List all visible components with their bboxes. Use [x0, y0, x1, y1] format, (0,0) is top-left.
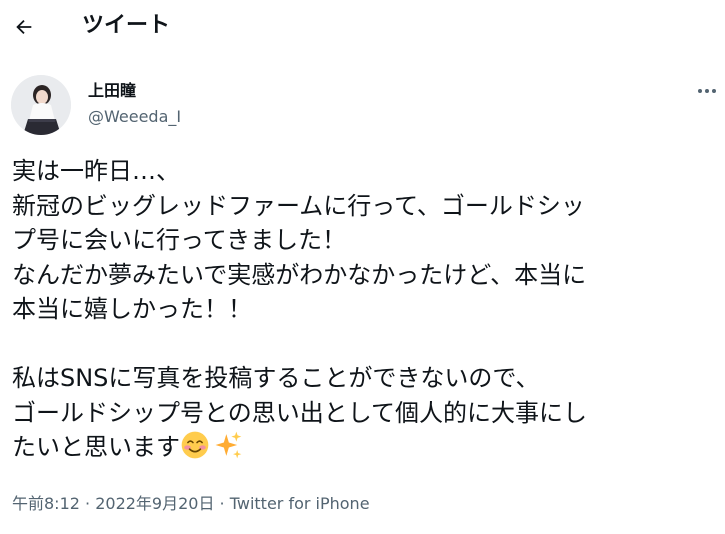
tweet-line: 本当に嬉しかった！！ [12, 295, 252, 323]
tweet-time[interactable]: 午前8:12 [12, 494, 80, 513]
back-button[interactable] [6, 9, 42, 45]
meta-separator: · [79, 494, 96, 513]
tweet-line: 実は一昨日…、 [12, 157, 180, 185]
smiling-face-icon [181, 431, 209, 459]
tweet-line: なんだか夢みたいで実感がわかなかったけど、本当に [12, 260, 587, 289]
meta-separator: · [214, 494, 230, 513]
author-display-name[interactable]: 上田瞳 [88, 80, 136, 102]
more-horizontal-icon [698, 89, 716, 93]
tweet-date[interactable]: 2022年9月20日 [95, 494, 214, 513]
tweet-source[interactable]: Twitter for iPhone [230, 494, 370, 513]
more-options-button[interactable] [692, 80, 722, 102]
arrow-left-icon [16, 19, 32, 35]
tweet-line: 新冠のビッグレッドファームに行って、ゴールドシッ [12, 191, 585, 220]
author-handle[interactable]: @Weeeda_I [88, 106, 181, 128]
avatar-image [11, 75, 71, 135]
avatar[interactable] [11, 75, 71, 135]
tweet-line: ゴールドシップ号との思い出として個人的に大事にし [12, 398, 588, 427]
tweet-line: たいと思います [12, 433, 180, 461]
tweet-line: プ号に会いに行ってきました！ [12, 226, 347, 254]
sparkles-icon [215, 431, 242, 459]
tweet-text: 実は一昨日…、 新冠のビッグレッドファームに行って、ゴールドシッ プ号に会いに行… [12, 154, 718, 465]
top-bar: ツイート [0, 0, 725, 54]
tweet-line: 私はSNSに写真を投稿することができないので、 [12, 364, 540, 392]
page-title: ツイート [82, 13, 171, 38]
tweet-meta: 午前8:12 · 2022年9月20日 · Twitter for iPhone [12, 493, 370, 515]
tweet-line-last: たいと思います [12, 430, 718, 465]
